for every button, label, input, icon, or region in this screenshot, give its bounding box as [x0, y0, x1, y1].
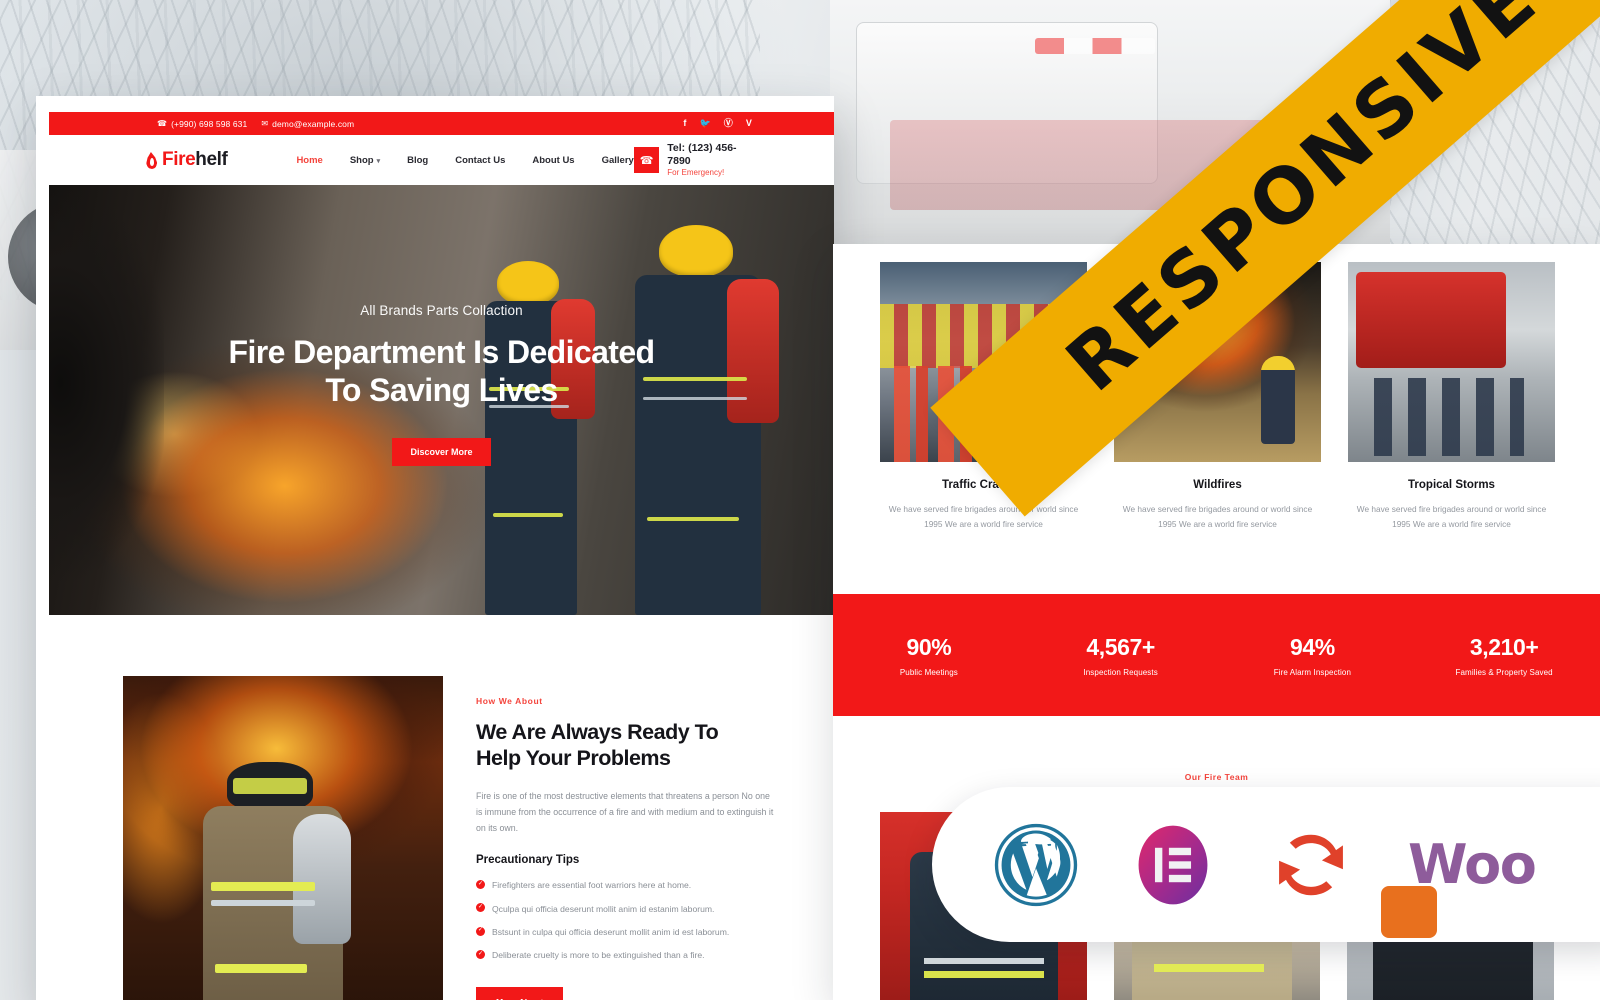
topbar-email[interactable]: ✉ demo@example.com [261, 119, 354, 129]
stat-value: 4,567+ [1086, 633, 1155, 660]
statistics-bar: 90% Public Meetings 4,567+ Inspection Re… [833, 594, 1600, 716]
header-phone-text: Tel: (123) 456-7890 For Emergency! [667, 142, 758, 178]
flame-icon [145, 152, 158, 169]
hero-title: Fire Department Is Dedicated To Saving L… [49, 334, 834, 410]
envelope-icon: ✉ [261, 118, 269, 128]
nav-item-home-label: Home [296, 154, 323, 166]
list-item: ✓ Qculpa qui officia deserunt mollit anim… [476, 903, 776, 914]
check-circle-icon: ✓ [476, 879, 485, 889]
stat-label: Public Meetings [899, 667, 958, 677]
brand-logo[interactable]: Firehelf [145, 149, 228, 171]
service-card-tropical-storms[interactable]: Tropical Storms We have served fire brig… [1348, 262, 1555, 533]
hero-title-line1: Fire Department Is Dedicated [228, 334, 656, 370]
nav-item-blog-label: Blog [407, 154, 429, 166]
hero-kicker: All Brands Parts Collaction [360, 303, 523, 318]
brand-name-dark: helf [195, 149, 228, 170]
service-title: Tropical Storms [1408, 479, 1495, 491]
vimeo-icon[interactable]: V [746, 119, 752, 128]
stat-public-meetings: 90% Public Meetings [833, 634, 1025, 677]
facebook-icon[interactable]: f [683, 119, 686, 128]
nav-item-shop-label: Shop [349, 154, 374, 166]
topbar-email-label: demo@example.com [272, 118, 355, 129]
list-item: ✓ Deliberate cruelty is more to be exting… [476, 949, 776, 961]
header-emergency-phone[interactable]: ☎ Tel: (123) 456-7890 For Emergency! [633, 142, 758, 178]
hero-banner: All Brands Parts Collaction Fire Departm… [49, 185, 834, 615]
brand-name: Firehelf [162, 149, 228, 171]
hero-title-line2: To Saving Lives [325, 371, 558, 408]
pinterest-icon[interactable]: Ⓥ [724, 119, 733, 128]
main-navigation: Home Shop ▾ Blog Contact Us About Us Gall… [296, 155, 633, 166]
about-subheading: Precautionary Tips [476, 854, 580, 867]
chevron-down-icon: ▾ [376, 157, 381, 165]
list-item: ✓ Firefighters are essential foot warrior… [476, 879, 776, 891]
desktop-mockup-left: ☎ (+990) 698 598 631 ✉ demo@example.com … [36, 96, 834, 1000]
header-phone-number: Tel: (123) 456-7890 [667, 141, 737, 167]
nav-item-about-us-label: About Us [532, 154, 575, 166]
about-kicker: How We About [476, 696, 543, 706]
stat-families-property-saved: 3,210+ Families & Property Saved [1408, 634, 1600, 677]
tip-text: Deliberate cruelty is more to be extingu… [492, 950, 705, 961]
refresh-logo [1268, 823, 1354, 907]
stat-value: 90% [906, 633, 952, 660]
stat-label: Inspection Requests [1083, 667, 1158, 677]
tip-text: Firefighters are essential foot warriors… [492, 880, 692, 891]
about-image [123, 676, 443, 1000]
twitter-icon[interactable]: 🐦 [699, 119, 710, 128]
utility-topbar: ☎ (+990) 698 598 631 ✉ demo@example.com … [49, 112, 834, 135]
service-description: We have served fire brigades around or w… [1122, 504, 1313, 530]
precautionary-tips-list: ✓ Firefighters are essential foot warrior… [476, 879, 776, 961]
technology-badge: Woo [932, 787, 1600, 942]
about-paragraph: Fire is one of the most destructive elem… [476, 790, 774, 834]
nav-item-contact-us[interactable]: Contact Us [455, 155, 505, 166]
topbar-phone-label: (+990) 698 598 631 [171, 118, 248, 129]
service-description: We have served fire brigades around or w… [888, 504, 1079, 530]
nav-item-about-us[interactable]: About Us [532, 155, 574, 166]
about-firefighter-figure [175, 756, 395, 1000]
check-circle-icon: ✓ [476, 949, 485, 959]
about-heading: We Are Always Ready To Help Your Problem… [476, 720, 776, 772]
service-description: We have served fire brigades around or w… [1356, 504, 1547, 530]
stat-fire-alarm-inspection: 94% Fire Alarm Inspection [1217, 634, 1409, 677]
stat-label: Families & Property Saved [1455, 667, 1553, 677]
background-emergency-lights [1035, 38, 1155, 54]
screenshot-canvas: ☎ (+990) 698 598 631 ✉ demo@example.com … [0, 0, 1600, 1000]
stat-inspection-requests: 4,567+ Inspection Requests [1025, 634, 1217, 677]
stat-value: 94% [1289, 633, 1335, 660]
header-phone-note: For Emergency! [667, 168, 725, 178]
check-circle-icon: ✓ [476, 903, 485, 913]
stat-value: 3,210+ [1469, 633, 1539, 660]
social-links: f 🐦 Ⓥ V [683, 119, 752, 128]
about-heading-line2: Help Your Problems [476, 745, 671, 770]
service-title: Wildfires [1193, 479, 1242, 491]
nav-item-gallery-label: Gallery [601, 154, 634, 166]
tip-text: Bstsunt in culpa qui officia deserunt mo… [492, 927, 730, 938]
nav-item-gallery[interactable]: Gallery [602, 155, 634, 166]
nav-item-blog[interactable]: Blog [407, 155, 428, 166]
check-circle-icon: ✓ [476, 926, 485, 936]
list-item: ✓ Bstsunt in culpa qui officia deserunt m… [476, 926, 776, 938]
tip-text: Qculpa qui officia deserunt mollit anim … [492, 903, 715, 914]
hero-content: All Brands Parts Collaction Fire Departm… [49, 303, 834, 466]
phone-icon: ☎ [633, 147, 660, 173]
phone-icon: ☎ [157, 118, 168, 128]
wordpress-logo [994, 823, 1078, 907]
topbar-phone[interactable]: ☎ (+990) 698 598 631 [157, 119, 247, 129]
about-section: How We About We Are Always Ready To Help… [476, 696, 776, 1000]
site-header: Firehelf Home Shop ▾ Blog Contact Us Abou… [49, 135, 834, 185]
stat-label: Fire Alarm Inspection [1273, 667, 1351, 677]
more-about-button[interactable]: More About [476, 986, 564, 1000]
elementor-logo [1132, 823, 1214, 907]
about-heading-line1: We Are Always Ready To [476, 720, 719, 744]
nav-item-shop[interactable]: Shop ▾ [350, 155, 380, 166]
topbar-contacts: ☎ (+990) 698 598 631 ✉ demo@example.com [157, 119, 354, 129]
discover-more-button[interactable]: Discover More [392, 437, 491, 466]
nav-item-home[interactable]: Home [296, 155, 322, 166]
brand-name-red: Fire [162, 149, 196, 170]
nav-item-contact-us-label: Contact Us [455, 154, 506, 166]
team-section-kicker: Our Fire Team [1184, 772, 1249, 782]
service-image-tropical-storms [1348, 262, 1555, 462]
